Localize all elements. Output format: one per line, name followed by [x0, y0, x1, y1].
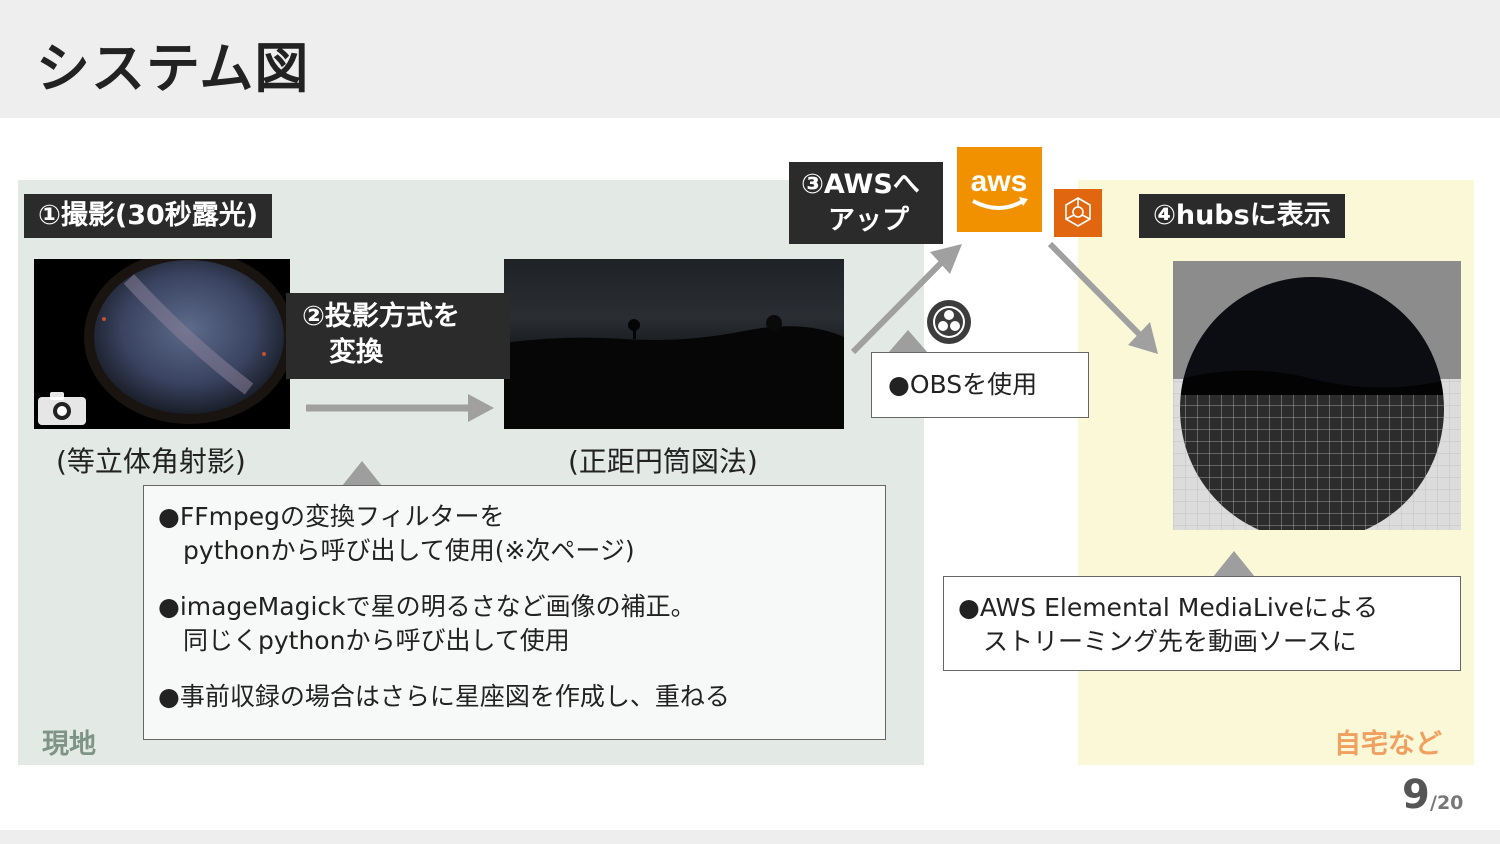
caption-panorama: (正距円筒図法) — [568, 445, 758, 478]
footer-bar — [0, 830, 1500, 844]
note-line: ●OBSを使用 — [888, 370, 1038, 399]
aws-logo-text: aws — [971, 165, 1028, 198]
step-1-capture-label: ①撮影(30秒露光) — [24, 194, 273, 238]
camera-icon — [36, 389, 88, 427]
obs-icon — [926, 299, 972, 345]
note-line: 同じくpythonから呼び出して使用 — [158, 626, 570, 655]
medialive-icon — [1054, 189, 1102, 237]
step-2-projection-label: ②投影方式を 変換 — [286, 293, 510, 379]
pointer-aws — [1213, 551, 1255, 577]
step-4-hubs-label: ④hubsに表示 — [1139, 194, 1345, 238]
note-medialive: ●AWS Elemental MediaLiveによる ストリーミング先を動画ソ… — [943, 576, 1461, 671]
note-line: ●FFmpegの変換フィルターを — [158, 502, 505, 531]
note-obs: ●OBSを使用 — [871, 352, 1089, 418]
note-line: ●AWS Elemental MediaLiveによる — [958, 593, 1379, 622]
aws-logo: aws — [957, 147, 1042, 232]
page-number: 9 — [1402, 772, 1430, 818]
page-total: /20 — [1430, 792, 1464, 814]
pointer-main — [342, 461, 382, 486]
step-3-aws-upload-label: ③AWSへ アップ — [789, 162, 943, 244]
panorama-image — [504, 259, 844, 429]
note-line: ●事前収録の場合はさらに星座図を作成し、重ねる — [158, 682, 730, 711]
caption-fisheye: (等立体角射影) — [56, 445, 246, 478]
note-line: pythonから呼び出して使用(※次ページ) — [158, 536, 635, 565]
note-processing: ●FFmpegの変換フィルターを pythonから呼び出して使用(※次ページ) … — [143, 485, 886, 740]
hubs-image — [1173, 261, 1461, 530]
note-line: ●imageMagickで星の明るさなど画像の補正。 — [158, 592, 696, 621]
note-line: ストリーミング先を動画ソースに — [958, 627, 1357, 656]
pointer-obs — [888, 330, 928, 353]
